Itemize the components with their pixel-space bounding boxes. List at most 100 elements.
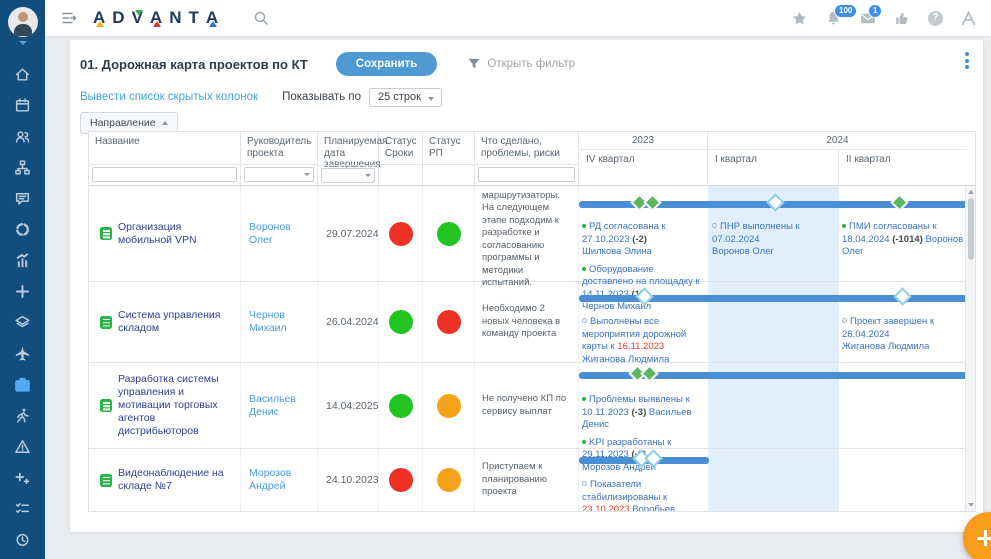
- filter-done-input[interactable]: [478, 167, 575, 182]
- notifications-button[interactable]: 100: [825, 10, 842, 27]
- milestone-person-link[interactable]: Жиганова Людмила: [842, 341, 929, 352]
- milestone-diamond-planned[interactable]: [644, 449, 662, 467]
- milestone-item: Показатели стабилизированы к 23.10.2023 …: [582, 479, 705, 511]
- milestone-link[interactable]: Показатели стабилизированы к: [582, 479, 667, 503]
- milestone-diamond-done[interactable]: [890, 193, 908, 211]
- advanta-app-button[interactable]: [960, 10, 977, 27]
- sidebar-item-history[interactable]: [0, 524, 45, 555]
- home-icon: [14, 66, 31, 83]
- collapse-menu-button[interactable]: [61, 10, 77, 26]
- project-name-link[interactable]: Разработка системы управления и мотиваци…: [118, 373, 234, 438]
- milestone-diamond-done[interactable]: [640, 364, 658, 382]
- sidebar-item-activity[interactable]: [0, 400, 45, 431]
- status-terms-indicator[interactable]: [389, 394, 413, 418]
- planned-date: 14.04.2025: [326, 400, 379, 412]
- manager-link[interactable]: Чернов Михаил: [249, 309, 313, 335]
- sidebar-item-travel[interactable]: [0, 338, 45, 369]
- quarter-q1-2024: I квартал: [708, 150, 839, 185]
- collapse-menu-icon: [61, 10, 77, 26]
- sidebar-item-structure[interactable]: [0, 152, 45, 183]
- sidebar-item-analytics[interactable]: [0, 245, 45, 276]
- col-header-date[interactable]: Планируемая дата завершения: [318, 132, 378, 165]
- year-2023: 2023: [579, 132, 708, 149]
- page-size-select[interactable]: 25 строк: [369, 88, 442, 107]
- sidebar-item-tasks[interactable]: [0, 493, 45, 524]
- sidebar: [0, 0, 45, 559]
- milestone-link[interactable]: Проект завершен к 26.04.2024: [842, 316, 934, 340]
- sidebar-item-chat[interactable]: [0, 183, 45, 214]
- sidebar-item-users[interactable]: [0, 121, 45, 152]
- col-header-status-rp[interactable]: Статус РП: [423, 132, 474, 164]
- col-header-status-terms[interactable]: Статус Сроки: [379, 132, 422, 164]
- milestone-diamond-planned[interactable]: [766, 193, 784, 211]
- gantt-cell: Выполнены все мероприятия дорожной карты…: [579, 282, 967, 362]
- sort-asc-icon: [162, 121, 168, 125]
- milestone-item: Выполнены все мероприятия дорожной карты…: [582, 316, 705, 366]
- advanta-logo[interactable]: ADVANTA: [93, 8, 225, 28]
- col-header-done[interactable]: Что сделано, проблемы, риски: [475, 132, 578, 164]
- sidebar-item-magic[interactable]: [0, 462, 45, 493]
- scroll-down-icon[interactable]: [968, 503, 974, 507]
- avatar[interactable]: [8, 7, 38, 37]
- manager-link[interactable]: Морозов Андрей: [249, 467, 313, 493]
- summary-text: Не получено КП по сервису выплат: [482, 393, 571, 418]
- show-hidden-columns-link[interactable]: Вывести список скрытых колонок: [80, 91, 258, 103]
- milestone-item: ПМИ согласованы к 18.04.2024 (-1014) Вор…: [842, 221, 965, 259]
- sidebar-item-add[interactable]: [0, 276, 45, 307]
- topbar: ADVANTA 100 1: [45, 0, 991, 36]
- col-header-manager[interactable]: Руководитель проекта: [241, 132, 317, 164]
- main-card: 01. Дорожная карта проектов по КТ Сохран…: [70, 40, 983, 532]
- filter-manager-select[interactable]: [244, 167, 314, 182]
- gantt-cell: Проблемы выявлены к 10.11.2023 (-3) Васи…: [579, 363, 967, 448]
- sidebar-item-layers[interactable]: [0, 307, 45, 338]
- status-terms-indicator[interactable]: [389, 310, 413, 334]
- user-menu[interactable]: [0, 0, 45, 45]
- milestone-link[interactable]: РД согласована к 27.10.2023: [582, 221, 666, 245]
- status-terms-indicator[interactable]: [389, 468, 413, 492]
- filter-name-input[interactable]: [92, 167, 237, 182]
- milestone-state-icon: [582, 440, 586, 444]
- milestone-diamond-done[interactable]: [643, 193, 661, 211]
- milestone-item: Проблемы выявлены к 10.11.2023 (-3) Васи…: [582, 394, 705, 432]
- project-name-link[interactable]: Организация мобильной VPN: [118, 221, 234, 247]
- sidebar-item-calendar[interactable]: [0, 90, 45, 121]
- project-name-link[interactable]: Система управления складом: [118, 309, 234, 335]
- status-terms-indicator[interactable]: [389, 222, 413, 246]
- chat-icon: [14, 190, 31, 207]
- milestone-person-link[interactable]: Шилкова Элина: [582, 246, 652, 257]
- milestone-person-link[interactable]: Воронов Олег: [712, 246, 774, 257]
- col-header-name[interactable]: Название: [89, 132, 240, 164]
- sidebar-item-portfolio[interactable]: [0, 369, 45, 400]
- table-row: Видеонаблюдение на складе №7 Морозов Анд…: [89, 449, 975, 511]
- funnel-icon: [467, 57, 481, 71]
- filter-date-select[interactable]: [321, 168, 375, 183]
- manager-link[interactable]: Васильев Денис: [249, 393, 313, 419]
- save-button[interactable]: Сохранить: [336, 52, 438, 76]
- planned-date: 29.07.2024: [326, 228, 379, 240]
- project-name-link[interactable]: Видеонаблюдение на складе №7: [118, 467, 234, 493]
- milestone-link[interactable]: ПНР выполнены к 07.02.2024: [712, 221, 800, 245]
- help-button[interactable]: [928, 11, 943, 26]
- open-filter-label: Открыть фильтр: [487, 58, 575, 70]
- history-clock-icon: [14, 531, 31, 548]
- status-rp-indicator[interactable]: [437, 468, 461, 492]
- table-row: Организация мобильной VPN Воронов Олег 2…: [89, 186, 975, 282]
- vertical-scrollbar[interactable]: [965, 186, 975, 511]
- open-filter-button[interactable]: Открыть фильтр: [467, 57, 575, 71]
- sidebar-item-cycle[interactable]: [0, 214, 45, 245]
- status-rp-indicator[interactable]: [437, 222, 461, 246]
- like-button[interactable]: [894, 10, 911, 27]
- milestone-diamond-planned[interactable]: [893, 287, 911, 305]
- card-menu-button[interactable]: [959, 52, 975, 70]
- manager-link[interactable]: Воронов Олег: [249, 221, 313, 247]
- mail-button[interactable]: 1: [859, 10, 877, 27]
- sidebar-item-home[interactable]: [0, 59, 45, 90]
- favorites-button[interactable]: [791, 10, 808, 27]
- milestone-diamond-planned[interactable]: [635, 287, 653, 305]
- scroll-up-icon[interactable]: [968, 190, 974, 194]
- sidebar-item-risks[interactable]: [0, 431, 45, 462]
- scrollbar-thumb[interactable]: [968, 198, 974, 260]
- status-rp-indicator[interactable]: [437, 310, 461, 334]
- search-button[interactable]: [253, 10, 269, 26]
- status-rp-indicator[interactable]: [437, 394, 461, 418]
